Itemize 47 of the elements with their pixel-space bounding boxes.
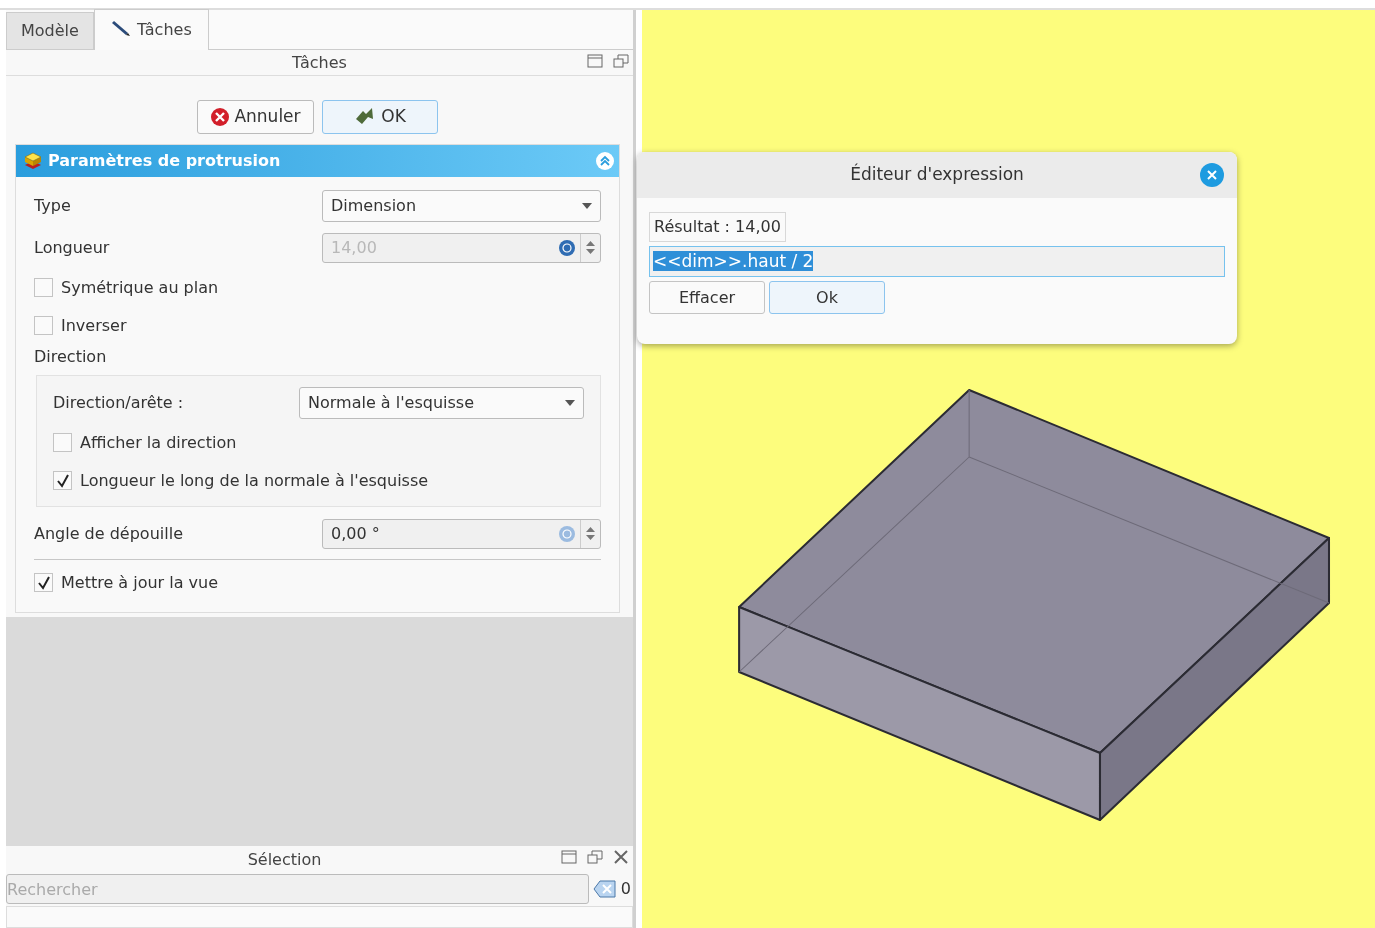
checkbox-label: Longueur le long de la normale à l'esquisse bbox=[80, 469, 429, 492]
collapse-icon[interactable] bbox=[595, 150, 615, 171]
dropdown[interactable]: Normale à l'esquisse bbox=[299, 386, 584, 419]
float-icon[interactable] bbox=[613, 54, 629, 68]
dialog-title: Éditeur d'expression bbox=[850, 162, 1024, 187]
checkbox-label: Inverser bbox=[61, 314, 127, 337]
checkbox[interactable] bbox=[53, 433, 72, 452]
spin-up-icon[interactable] bbox=[586, 527, 595, 532]
field-label: Type bbox=[34, 194, 72, 217]
dropdown[interactable]: Dimension bbox=[322, 189, 601, 222]
checkbox[interactable] bbox=[34, 278, 53, 297]
field-label: Longueur bbox=[34, 236, 111, 259]
checkbox-label: Symétrique au plan bbox=[61, 276, 219, 299]
checkbox[interactable] bbox=[34, 573, 53, 592]
extrude-icon bbox=[22, 150, 44, 171]
spin-down-icon[interactable] bbox=[586, 535, 595, 540]
check-icon bbox=[36, 575, 51, 590]
caret-icon bbox=[565, 399, 575, 406]
checkbox[interactable] bbox=[34, 316, 53, 335]
caret-icon bbox=[582, 202, 592, 209]
clear-button[interactable]: Effacer bbox=[649, 281, 765, 314]
cancel-icon bbox=[210, 106, 231, 127]
checkbox-label: Mettre à jour la vue bbox=[61, 571, 219, 594]
checkbox-label: Afficher la direction bbox=[80, 431, 237, 454]
checkbox[interactable] bbox=[53, 471, 72, 490]
float-icon[interactable] bbox=[587, 850, 603, 864]
panel-title: Tâches bbox=[292, 51, 347, 74]
tab[interactable]: Modèle bbox=[6, 12, 94, 49]
dock-icon[interactable] bbox=[561, 850, 577, 864]
section-title: Paramètres de protrusion bbox=[48, 149, 282, 172]
cancel-button[interactable]: Annuler bbox=[197, 100, 314, 134]
number-field[interactable]: 0,00 ° bbox=[322, 518, 601, 549]
panel-title: Sélection bbox=[247, 849, 322, 871]
tab[interactable]: Tâches bbox=[93, 9, 209, 50]
ok-button[interactable]: Ok bbox=[769, 281, 885, 314]
ok-button[interactable]: OK bbox=[321, 100, 438, 134]
result-label: Résultat : 14,00 bbox=[649, 212, 786, 242]
field-label: Angle de dépouille bbox=[34, 522, 184, 545]
pencil-icon bbox=[110, 19, 131, 37]
check-icon bbox=[55, 473, 70, 488]
group-heading: Direction bbox=[34, 345, 108, 368]
field-label: Direction/arête : bbox=[53, 391, 185, 414]
selection-count: 0 bbox=[620, 878, 631, 900]
close-icon[interactable] bbox=[1199, 162, 1225, 188]
clear-icon[interactable] bbox=[592, 879, 617, 899]
close-icon[interactable] bbox=[613, 850, 629, 864]
dock-icon[interactable] bbox=[587, 54, 603, 68]
